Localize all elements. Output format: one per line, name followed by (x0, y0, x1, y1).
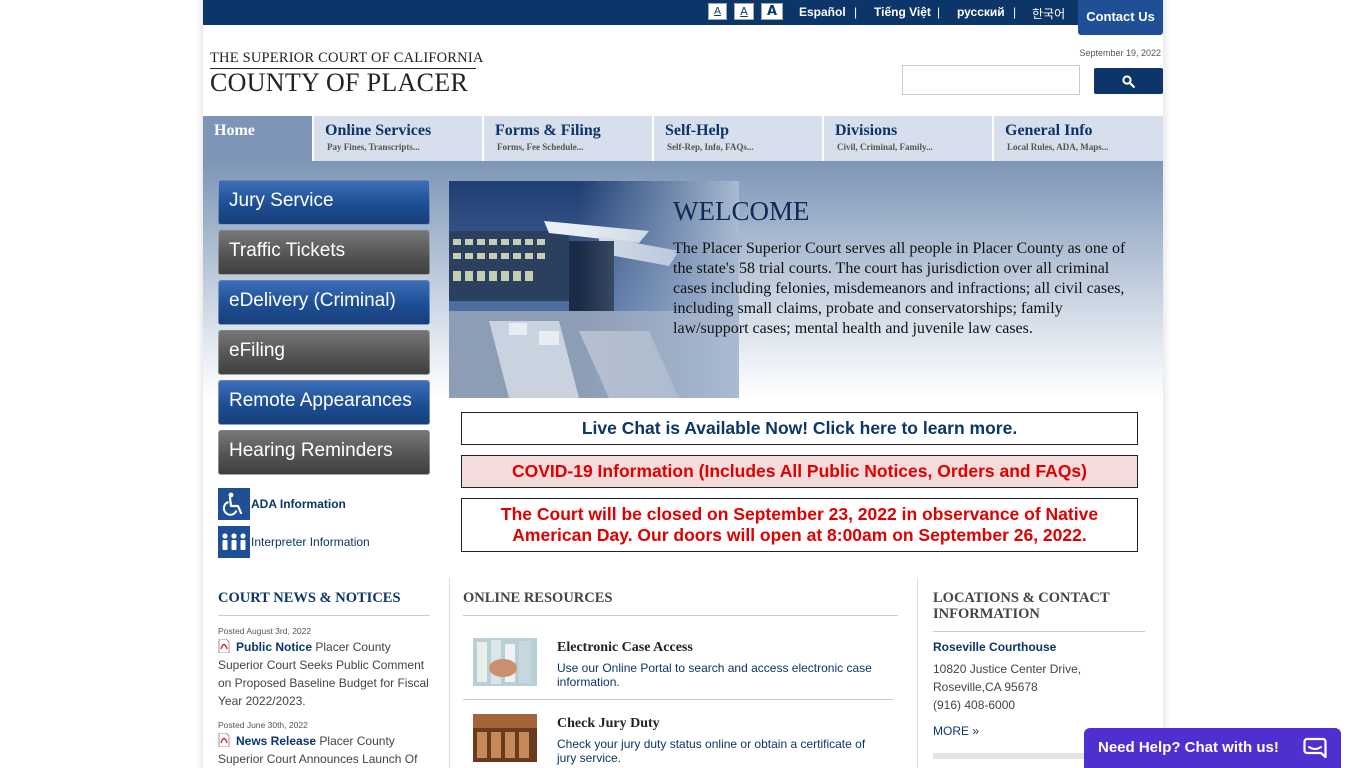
hearing-reminders-button[interactable]: Hearing Reminders (218, 430, 430, 475)
check-jury-duty-description: Check your jury duty status online or ob… (557, 737, 866, 765)
language-separator: | (937, 5, 941, 19)
language-spanish-link[interactable]: Español (799, 5, 846, 19)
welcome-heading: WELCOME (673, 196, 810, 226)
language-korean-link[interactable]: 한국어 (1032, 5, 1065, 22)
page: A A A Español | Tiếng Việt | русский | 한… (203, 0, 1163, 768)
nav-tab-title: Self-Help (665, 122, 729, 139)
nav-tab-subtitle: Forms, Fee Schedule... (497, 142, 584, 152)
main-nav: Home Online Services Pay Fines, Transcri… (203, 116, 1163, 161)
location-name[interactable]: Roseville Courthouse (933, 640, 1056, 654)
nav-tab-title: Home (214, 122, 255, 139)
column-divider (917, 578, 918, 768)
language-vietnamese-link[interactable]: Tiếng Việt (874, 5, 931, 19)
resource-rule (463, 699, 893, 700)
chat-widget-label: Need Help? Chat with us! (1098, 739, 1279, 756)
page-shadow-right (1163, 0, 1170, 768)
interpreter-information-label: Interpreter Information (251, 535, 370, 549)
locations-heading: LOCATIONS & CONTACT INFORMATION (933, 590, 1110, 622)
nav-tab-title: Divisions (835, 122, 898, 139)
pdf-icon (218, 639, 230, 653)
section-rule (218, 615, 430, 616)
electronic-case-access-thumbnail[interactable] (473, 638, 537, 686)
logo-line-1: THE SUPERIOR COURT OF CALIFORNIA (210, 50, 483, 69)
language-separator: | (1013, 5, 1017, 19)
search-icon (1122, 74, 1135, 88)
chat-bubble-icon (1303, 737, 1327, 759)
location-carousel-bar (933, 753, 1093, 759)
pdf-icon (218, 733, 230, 747)
electronic-case-access-description: Use our Online Portal to search and acce… (557, 661, 872, 689)
locations-heading-line-2: INFORMATION (933, 606, 1040, 622)
edelivery-criminal-button[interactable]: eDelivery (Criminal) (218, 280, 430, 325)
nav-tab-self-help[interactable]: Self-Help Self-Rep, Info, FAQs... (654, 116, 824, 161)
traffic-tickets-button[interactable]: Traffic Tickets (218, 230, 430, 275)
nav-tab-title: Forms & Filing (495, 122, 601, 139)
news-item-label[interactable]: News Release (236, 734, 316, 748)
font-size-small-button[interactable]: A (708, 3, 727, 20)
locations-heading-line-1: LOCATIONS & CONTACT (933, 590, 1110, 606)
nav-tab-divisions[interactable]: Divisions Civil, Criminal, Family... (824, 116, 994, 161)
news-date: Posted June 30th, 2022 (218, 720, 308, 730)
section-rule (463, 615, 898, 616)
efiling-button[interactable]: eFiling (218, 330, 430, 375)
nav-tab-home[interactable]: Home (203, 116, 314, 161)
nav-tab-forms-filing[interactable]: Forms & Filing Forms, Fee Schedule... (484, 116, 654, 161)
news-item[interactable]: Public Notice Placer County Superior Cou… (218, 638, 433, 710)
check-jury-duty-thumbnail[interactable] (473, 714, 537, 762)
interpreter-information-link[interactable]: Interpreter Information (218, 526, 370, 558)
welcome-text: The Placer Superior Court serves all peo… (673, 240, 1126, 337)
electronic-case-access-title[interactable]: Electronic Case Access (557, 640, 693, 656)
font-size-medium-button[interactable]: A (734, 3, 754, 20)
news-date: Posted August 3rd, 2022 (218, 626, 312, 636)
online-resources-heading: ONLINE RESOURCES (463, 590, 613, 606)
logo-line-2: COUNTY OF PLACER (210, 68, 469, 97)
top-bar: A A A Español | Tiếng Việt | русский | 한… (203, 0, 1163, 25)
location-more-link[interactable]: MORE » (933, 724, 979, 738)
remote-appearances-button[interactable]: Remote Appearances (218, 380, 430, 425)
nav-tab-subtitle: Self-Rep, Info, FAQs... (667, 142, 754, 152)
news-item[interactable]: News Release Placer County Superior Cour… (218, 732, 433, 768)
font-size-large-button[interactable]: A (761, 3, 783, 20)
ada-information-label: ADA Information (251, 497, 346, 511)
language-separator: | (854, 5, 858, 19)
location-address-line-1: 10820 Justice Center Drive, (933, 662, 1082, 676)
language-russian-link[interactable]: русский (957, 5, 1005, 19)
nav-tab-subtitle: Civil, Criminal, Family... (837, 142, 933, 152)
live-chat-notice-link[interactable]: Live Chat is Available Now! Click here t… (461, 412, 1138, 445)
court-news-heading: COURT NEWS & NOTICES (218, 590, 401, 606)
search-input[interactable] (902, 65, 1080, 95)
court-closure-notice: The Court will be closed on September 23… (461, 498, 1138, 552)
section-rule (933, 631, 1145, 632)
chat-widget-button[interactable]: Need Help? Chat with us! (1084, 728, 1341, 768)
nav-tab-online-services[interactable]: Online Services Pay Fines, Transcripts..… (314, 116, 484, 161)
wheelchair-icon (218, 488, 250, 520)
interpreter-people-icon (218, 526, 250, 558)
contact-us-button[interactable]: Contact Us (1078, 0, 1163, 35)
nav-tab-general-info[interactable]: General Info Local Rules, ADA, Maps... (994, 116, 1163, 161)
current-date: September 19, 2022 (1079, 48, 1161, 58)
nav-tab-title: Online Services (325, 122, 432, 139)
jury-service-button[interactable]: Jury Service (218, 180, 430, 225)
page-shadow-left (196, 0, 203, 768)
news-item-label[interactable]: Public Notice (236, 640, 312, 654)
check-jury-duty-title[interactable]: Check Jury Duty (557, 716, 660, 732)
search-button[interactable] (1094, 68, 1163, 94)
column-divider (449, 578, 450, 768)
nav-tab-title: General Info (1005, 122, 1093, 139)
location-address-line-2: Roseville,CA 95678 (933, 680, 1038, 694)
nav-tab-subtitle: Local Rules, ADA, Maps... (1007, 142, 1109, 152)
nav-tab-subtitle: Pay Fines, Transcripts... (327, 142, 420, 152)
covid-information-link[interactable]: COVID-19 Information (Includes All Publi… (461, 455, 1138, 488)
location-phone: (916) 408-6000 (933, 698, 1016, 712)
ada-information-link[interactable]: ADA Information (218, 488, 346, 520)
court-logo[interactable]: THE SUPERIOR COURT OF CALIFORNIA COUNTY … (210, 50, 483, 97)
